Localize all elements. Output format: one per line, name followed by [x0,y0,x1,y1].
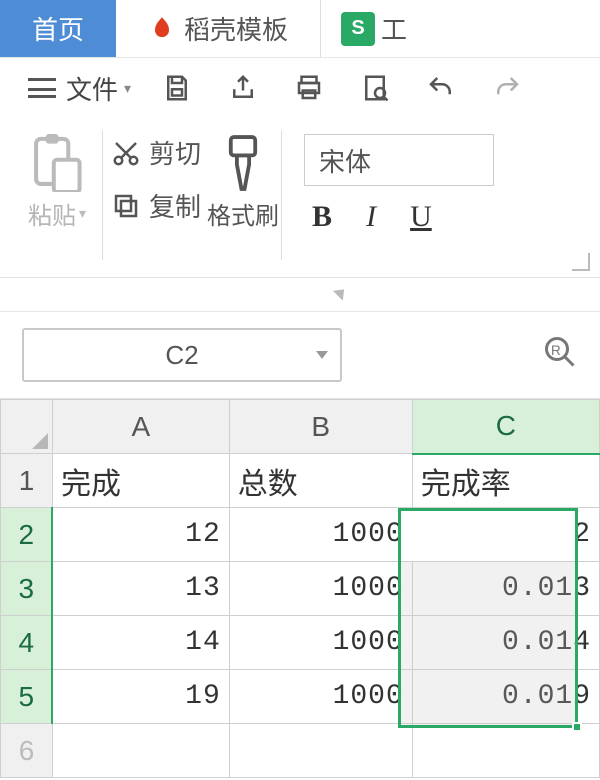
undo-button[interactable] [421,68,461,108]
cut-label: 剪切 [149,134,201,171]
cut-button[interactable]: 剪切 [111,134,201,171]
cell[interactable]: 0.019 [412,670,599,724]
docer-icon [148,15,176,43]
find-button[interactable]: R [542,334,578,377]
tab-home[interactable]: 首页 [0,0,116,57]
tab-sheets[interactable]: S 工 [321,0,411,57]
share-button[interactable] [223,68,263,108]
cell[interactable]: 总数 [229,454,412,508]
file-menu[interactable]: 文件 ▾ [28,70,131,107]
font-name-input[interactable]: 宋体 [304,134,494,186]
cell[interactable] [52,724,229,778]
name-box-value: C2 [165,340,198,371]
dialog-launcher-icon[interactable] [333,284,349,300]
group-separator [281,130,282,260]
paste-button[interactable]: 粘贴 ▾ [28,196,86,231]
col-header-B[interactable]: B [229,400,412,454]
cell[interactable]: 1000 [229,616,412,670]
print-button[interactable] [289,68,329,108]
cell[interactable]: 0.012 [412,508,599,562]
svg-text:R: R [551,343,561,358]
row-header-1[interactable]: 1 [1,454,53,508]
ribbon-collapse-row [0,278,600,312]
cell[interactable]: 完成 [52,454,229,508]
spreadsheet-grid[interactable]: A B C 1 完成 总数 完成率 2 12 1000 0.012 3 13 1… [0,399,600,778]
redo-button[interactable] [487,68,527,108]
copy-label: 复制 [149,187,201,224]
col-header-C[interactable]: C [412,400,599,454]
italic-button[interactable]: I [366,200,376,234]
cell[interactable]: 1000 [229,562,412,616]
hamburger-icon [28,78,56,98]
quick-toolbar: 文件 ▾ [0,58,600,118]
tabs-bar: 首页 稻壳模板 S 工 [0,0,600,58]
row-header-2[interactable]: 2 [1,508,53,562]
cell[interactable]: 完成率 [412,454,599,508]
cell[interactable]: 0.013 [412,562,599,616]
chevron-down-icon: ▾ [124,80,131,97]
paste-label: 粘贴 [28,196,76,231]
tab-docer-label: 稻壳模板 [184,10,288,47]
select-all-corner[interactable] [1,400,53,454]
name-bar: C2 R [0,312,600,399]
cell[interactable]: 1000 [229,670,412,724]
chevron-down-icon: ▾ [79,205,86,222]
cell[interactable]: 14 [52,616,229,670]
chevron-down-icon[interactable] [316,351,328,359]
row-header-3[interactable]: 3 [1,562,53,616]
tab-sheets-label: 工 [381,10,407,47]
tab-home-label: 首页 [32,10,84,47]
ribbon: 粘贴 ▾ 剪切 复制 格式刷 宋体 B I U [0,118,600,278]
row-header-6[interactable]: 6 [1,724,53,778]
copy-button[interactable]: 复制 [111,187,201,224]
format-painter-group: 格式刷 [207,130,279,231]
cell[interactable]: 13 [52,562,229,616]
tab-docer[interactable]: 稻壳模板 [116,0,320,57]
row-header-5[interactable]: 5 [1,670,53,724]
save-button[interactable] [157,68,197,108]
cut-copy-group: 剪切 复制 [111,130,201,224]
underline-button[interactable]: U [410,200,432,234]
font-group: 宋体 B I U [304,130,580,234]
format-painter-button[interactable]: 格式刷 [207,196,279,231]
format-painter-icon [221,134,265,192]
bold-button[interactable]: B [312,200,332,234]
font-name-value: 宋体 [319,142,371,179]
col-header-A[interactable]: A [52,400,229,454]
name-box[interactable]: C2 [22,328,342,382]
sheets-icon: S [341,12,375,46]
preview-button[interactable] [355,68,395,108]
cell[interactable]: 0.014 [412,616,599,670]
paste-group: 粘贴 ▾ [28,130,86,231]
cell[interactable] [229,724,412,778]
format-painter-label: 格式刷 [207,203,279,230]
cell[interactable]: 1000 [229,508,412,562]
cell[interactable]: 12 [52,508,229,562]
group-separator [102,130,103,260]
ribbon-corner-icon [572,253,590,271]
fill-handle[interactable] [572,722,582,732]
file-menu-label: 文件 [66,70,118,107]
row-header-4[interactable]: 4 [1,616,53,670]
cell[interactable]: 19 [52,670,229,724]
clipboard-icon [31,134,83,192]
